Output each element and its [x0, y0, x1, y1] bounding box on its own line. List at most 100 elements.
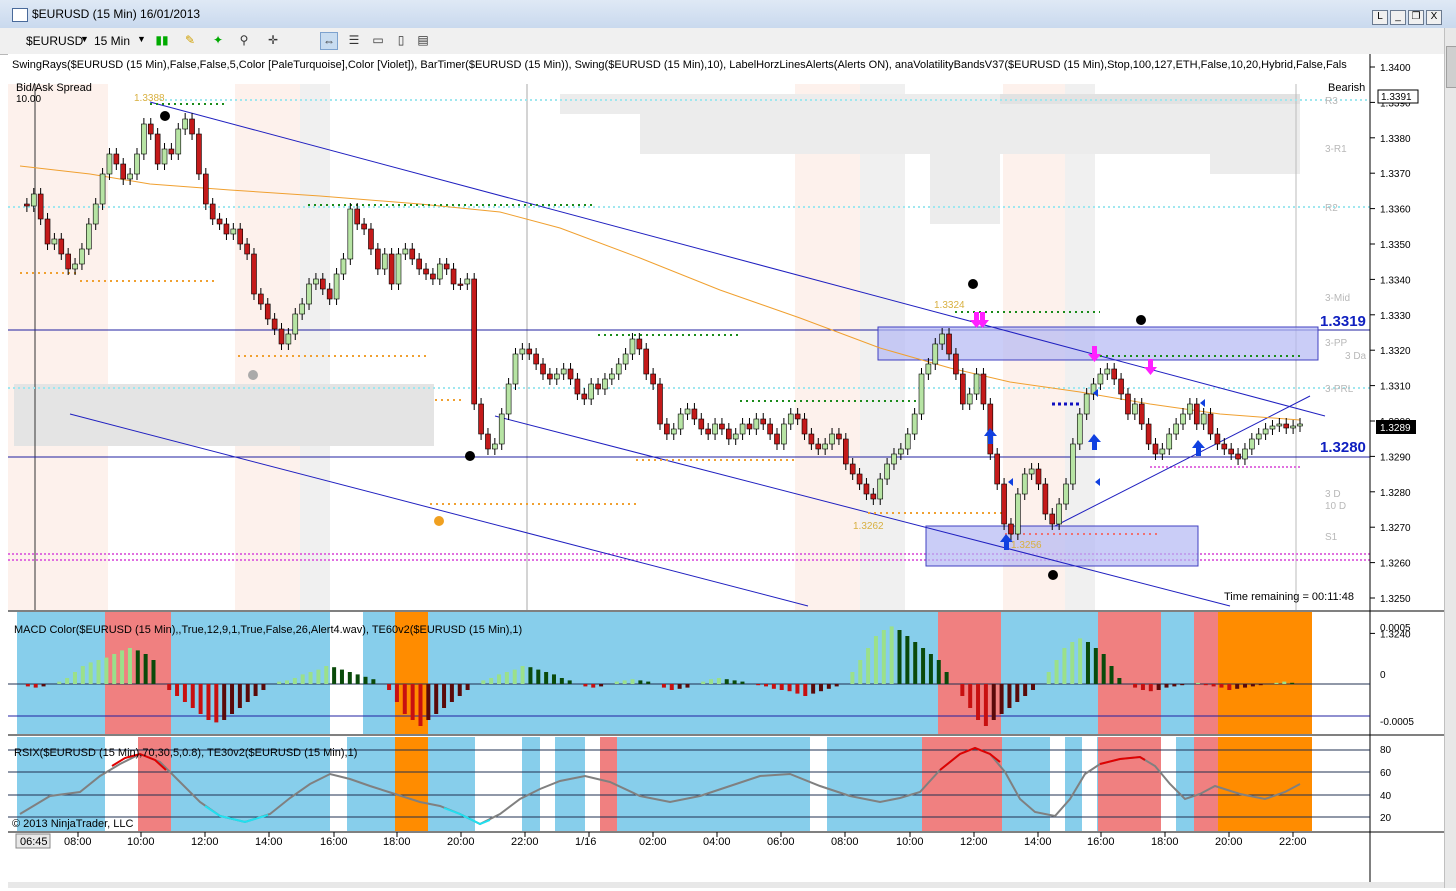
- rsi-axis-label: 60: [1380, 768, 1392, 779]
- macd-bar: [795, 684, 800, 694]
- macd-bar: [701, 681, 706, 684]
- macd-bar: [999, 684, 1004, 714]
- macd-bar: [803, 684, 808, 696]
- candle-body: [753, 418, 760, 430]
- macd-bar: [811, 684, 816, 694]
- macd-bar: [528, 667, 533, 684]
- macd-bar: [1290, 682, 1295, 684]
- candle-body: [918, 373, 925, 415]
- macd-bar: [230, 684, 235, 714]
- macd-bar: [1156, 684, 1161, 690]
- candle-body: [856, 473, 863, 485]
- candle-body: [829, 433, 835, 445]
- vertical-scrollbar[interactable]: [1444, 28, 1456, 888]
- candle-body: [994, 453, 1001, 485]
- instrument-selector[interactable]: $EURUSD: [26, 34, 83, 48]
- candle-body: [196, 133, 202, 175]
- candle-body: [787, 413, 794, 425]
- macd-bar: [991, 684, 996, 720]
- macd-bar: [151, 660, 156, 684]
- price-axis-label: 1.3380: [1380, 134, 1411, 145]
- macd-bar: [512, 669, 517, 684]
- candle-body: [547, 373, 553, 380]
- template-icon[interactable]: ▤: [415, 32, 431, 48]
- candle-body: [1063, 483, 1069, 505]
- current-price-marker: 1.3289: [1380, 423, 1411, 434]
- macd-bar: [976, 684, 981, 720]
- macd-bar: [1243, 684, 1248, 688]
- macd-bar: [253, 684, 258, 696]
- macd-bar: [120, 650, 125, 684]
- macd-bar: [387, 684, 392, 690]
- macd-bar: [968, 684, 973, 708]
- pin-icon[interactable]: ⚲: [236, 32, 252, 48]
- top-price-marker: 1.3391: [1381, 92, 1412, 103]
- zoom-icon[interactable]: ⇔: [320, 32, 338, 50]
- macd-bar: [355, 674, 360, 684]
- macd-bar: [897, 630, 902, 684]
- swing-dot: [1136, 315, 1146, 325]
- link-button[interactable]: L: [1372, 10, 1388, 25]
- macd-bar: [222, 684, 227, 720]
- candle-body: [127, 173, 133, 180]
- candle-body: [141, 123, 147, 155]
- macd-bar: [426, 684, 431, 720]
- pivot-label: 10 D: [1325, 501, 1346, 512]
- scrollbar-thumb[interactable]: [1446, 46, 1456, 88]
- candle-body: [739, 423, 746, 435]
- chart-svg[interactable]: SwingRays($EURUSD (15 Min),False,False,5…: [0, 54, 1444, 888]
- bar-type-icon[interactable]: ▮▮: [154, 32, 170, 48]
- macd-bar: [1148, 684, 1153, 692]
- interval-selector[interactable]: 15 Min: [94, 34, 130, 48]
- macd-bar: [614, 681, 619, 684]
- macd-bar: [638, 680, 643, 684]
- macd-bar: [1133, 684, 1138, 688]
- candle-body: [898, 448, 904, 455]
- macd-bar: [1109, 666, 1114, 684]
- macd-bar: [57, 681, 62, 684]
- candle-body: [980, 373, 987, 405]
- macd-bar: [928, 654, 933, 684]
- candle-body: [1015, 493, 1021, 535]
- candle-body: [264, 303, 271, 320]
- candle-body: [1221, 443, 1228, 450]
- crosshair-icon[interactable]: ✛: [265, 32, 281, 48]
- macd-label: MACD Color($EURUSD (15 Min),,True,12,9,1…: [14, 624, 522, 636]
- macd-bar: [88, 662, 93, 684]
- macd-bar: [449, 684, 454, 702]
- close-button[interactable]: X: [1426, 10, 1442, 25]
- macd-bar: [583, 684, 588, 687]
- candle-body: [203, 173, 209, 205]
- wand-icon[interactable]: ✦: [210, 32, 226, 48]
- macd-bar: [881, 630, 886, 684]
- candle-body: [533, 353, 539, 365]
- pivot-label: 3-R1: [1325, 144, 1347, 155]
- candle-body: [450, 268, 457, 285]
- candle-body: [822, 443, 828, 450]
- candle-body: [767, 423, 773, 435]
- macd-bar: [347, 672, 352, 684]
- macd-bar: [410, 684, 415, 720]
- properties-icon[interactable]: ☰: [346, 32, 362, 48]
- macd-bar: [332, 667, 337, 684]
- candle-body: [209, 203, 216, 220]
- candle-body: [891, 453, 897, 465]
- candle-body: [1145, 423, 1152, 445]
- chevron-down-icon[interactable]: ▼: [80, 34, 89, 44]
- candle-body: [911, 413, 918, 435]
- pencil-icon[interactable]: ✎: [182, 32, 198, 48]
- candle-body: [258, 293, 264, 305]
- swing-dot: [1048, 570, 1058, 580]
- macd-bar: [457, 684, 462, 696]
- chart-area[interactable]: SwingRays($EURUSD (15 Min),False,False,5…: [0, 54, 1444, 888]
- macd-bar: [277, 681, 282, 684]
- minimize-button[interactable]: _: [1390, 10, 1406, 25]
- restore-button[interactable]: ❐: [1408, 10, 1424, 25]
- candle-body: [99, 173, 106, 205]
- swing-dot: [968, 279, 978, 289]
- candle-body: [1138, 403, 1145, 425]
- candle-body: [719, 423, 725, 430]
- chevron-down-icon[interactable]: ▼: [137, 34, 146, 44]
- strategy-icon[interactable]: ▯: [393, 32, 409, 48]
- data-box-icon[interactable]: ▭: [370, 32, 386, 48]
